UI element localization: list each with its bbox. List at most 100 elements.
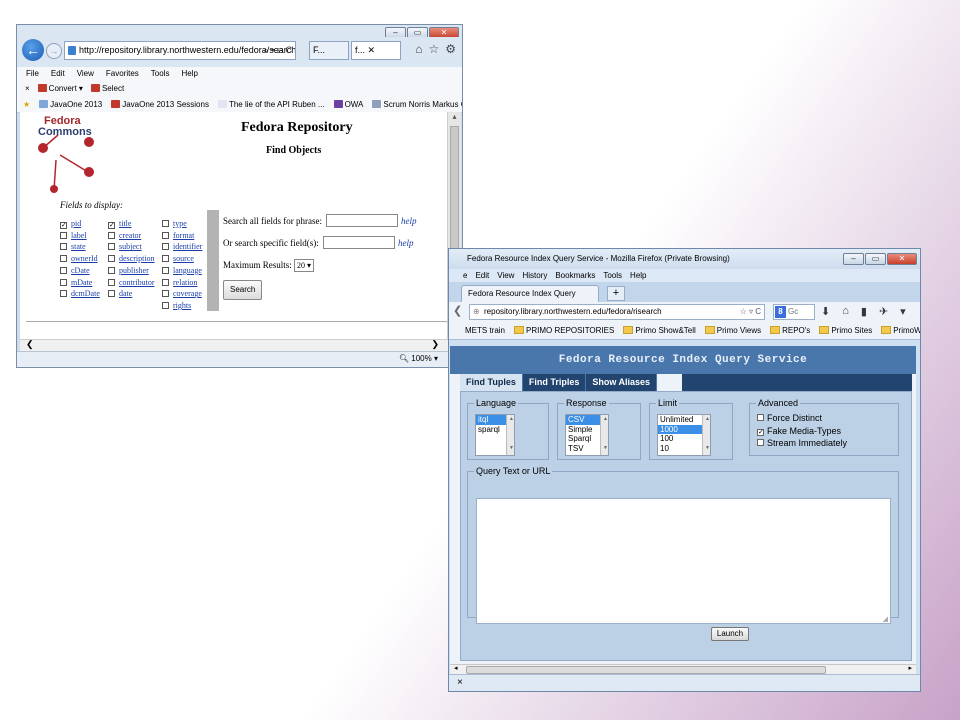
favorite-item[interactable]: The lie of the API Ruben ...	[217, 97, 325, 112]
field-link[interactable]: creator	[119, 231, 141, 240]
back-arrow-icon[interactable]: ←	[22, 39, 44, 61]
home-icon[interactable]: ⌂	[415, 42, 422, 56]
checkbox[interactable]	[162, 220, 169, 227]
tab-fedora[interactable]: F...	[309, 41, 349, 60]
tab-active[interactable]: f... ✕	[351, 41, 401, 60]
checkbox[interactable]	[108, 231, 115, 239]
back-arrow-icon[interactable]: ❮	[453, 304, 462, 317]
launch-button[interactable]: Launch	[711, 627, 749, 641]
menu-edit[interactable]: Edit	[475, 269, 489, 282]
help-link[interactable]: help	[401, 214, 417, 228]
menu-tools[interactable]: Tools	[603, 269, 622, 282]
checkbox[interactable]	[757, 439, 764, 446]
menu-history[interactable]: History	[522, 269, 547, 282]
forward-arrow-icon[interactable]: →	[46, 43, 62, 59]
menu-view[interactable]: View	[497, 269, 514, 282]
field-option[interactable]: language	[162, 265, 202, 277]
favorites-star-icon[interactable]: ★	[23, 97, 30, 112]
address-controls[interactable]: ☆ ▿ C	[740, 305, 761, 319]
field-option[interactable]: format	[162, 230, 202, 242]
checkbox[interactable]	[108, 266, 115, 274]
tab-find-tuples[interactable]: Find Tuples	[460, 374, 523, 391]
checkbox[interactable]	[60, 278, 67, 286]
close-icon[interactable]: ×	[457, 677, 463, 688]
bookmark-folder[interactable]: Primo Show&Tell	[623, 322, 696, 339]
field-link[interactable]: identifier	[173, 242, 202, 251]
search-box[interactable]: 8 Gc	[773, 304, 815, 320]
field-link[interactable]: subject	[119, 242, 142, 251]
menu-file[interactable]: File	[26, 67, 39, 81]
convert-button[interactable]: Convert ▾	[37, 81, 83, 97]
home-icon[interactable]: ⌂	[842, 305, 849, 318]
language-listbox[interactable]: itql sparql ▲ ▼	[475, 414, 515, 456]
fake-media-types-option[interactable]: ✓ Fake Media-Types	[757, 425, 847, 438]
limit-listbox[interactable]: Unlimited 1000 100 10 ▲ ▼	[657, 414, 711, 456]
field-option[interactable]: state	[60, 241, 100, 253]
menu-view[interactable]: View	[77, 67, 94, 81]
field-link[interactable]: coverage	[173, 289, 202, 298]
field-option[interactable]: rights	[162, 300, 202, 312]
field-link[interactable]: format	[173, 231, 194, 240]
favorite-item[interactable]: Scrum Norris Markus Gär...	[372, 97, 462, 112]
checkbox[interactable]	[162, 243, 169, 251]
checkbox[interactable]	[108, 243, 115, 251]
listbox-scrollbar[interactable]: ▲ ▼	[702, 415, 710, 455]
field-link[interactable]: ownerId	[71, 254, 98, 263]
field-link[interactable]: pid	[71, 219, 81, 228]
checkbox[interactable]	[60, 290, 67, 298]
field-link[interactable]: relation	[173, 278, 197, 287]
response-listbox[interactable]: CSV Simple Sparql TSV ▲ ▼	[565, 414, 609, 456]
scroll-right-icon[interactable]: ▸	[908, 664, 912, 672]
field-link[interactable]: mDate	[71, 278, 92, 287]
field-link[interactable]: title	[119, 219, 131, 228]
close-icon[interactable]: ×	[25, 81, 30, 97]
minimize-button[interactable]: –	[843, 253, 864, 265]
stream-immediately-option[interactable]: Stream Immediately	[757, 437, 847, 450]
close-button[interactable]: ✕	[887, 253, 917, 265]
field-option[interactable]: ✓ title	[108, 218, 155, 230]
bookmark-folder[interactable]: PrimoWorld	[881, 322, 920, 339]
bookmark-folder[interactable]: PRIMO REPOSITORIES	[514, 322, 614, 339]
checkbox[interactable]	[60, 266, 67, 274]
menu-favorites[interactable]: Favorites	[106, 67, 139, 81]
field-link[interactable]: source	[173, 254, 194, 263]
field-option[interactable]: dcmDate	[60, 288, 100, 300]
checkbox[interactable]	[60, 231, 67, 239]
checkbox[interactable]: ✓	[60, 222, 67, 229]
field-link[interactable]: dcmDate	[71, 289, 100, 298]
checkbox[interactable]	[108, 278, 115, 286]
menu-file[interactable]: e	[463, 269, 467, 282]
zoom-level[interactable]: 100%	[411, 354, 431, 363]
listbox-scrollbar[interactable]: ▲ ▼	[600, 415, 608, 455]
bookmarks-icon[interactable]: ▮	[861, 305, 867, 318]
field-option[interactable]: label	[60, 230, 100, 242]
field-option[interactable]: publisher	[108, 265, 155, 277]
scroll-left-icon[interactable]: ◂	[454, 664, 458, 672]
menu-help[interactable]: Help	[181, 67, 197, 81]
checkbox[interactable]	[162, 255, 169, 263]
field-option[interactable]: type	[162, 218, 202, 230]
field-link[interactable]: date	[119, 289, 132, 298]
field-option[interactable]: description	[108, 253, 155, 265]
help-link[interactable]: help	[398, 236, 414, 250]
download-icon[interactable]: ⬇	[821, 305, 830, 318]
checkbox[interactable]	[162, 301, 169, 309]
checkbox[interactable]: ✓	[108, 222, 115, 229]
menu-edit[interactable]: Edit	[51, 67, 65, 81]
field-option[interactable]: cDate	[60, 265, 100, 277]
search-button[interactable]: Search	[223, 280, 263, 300]
tab-risearch[interactable]: Fedora Resource Index Query Service ×	[461, 285, 599, 313]
field-option[interactable]: coverage	[162, 288, 202, 300]
field-option[interactable]: mDate	[60, 277, 100, 289]
field-link[interactable]: rights	[173, 301, 191, 310]
checkbox[interactable]	[108, 255, 115, 263]
checkbox[interactable]	[162, 266, 169, 274]
checkbox[interactable]	[162, 290, 169, 298]
checkbox[interactable]	[162, 231, 169, 239]
address-bar[interactable]: http://repository.library.northwestern.e…	[64, 41, 296, 60]
field-link[interactable]: description	[119, 254, 155, 263]
checkbox[interactable]	[108, 290, 115, 298]
star-icon[interactable]: ☆	[428, 42, 439, 56]
bookmark-folder[interactable]: Primo Views	[704, 322, 761, 339]
search-specific-input[interactable]	[323, 236, 395, 249]
